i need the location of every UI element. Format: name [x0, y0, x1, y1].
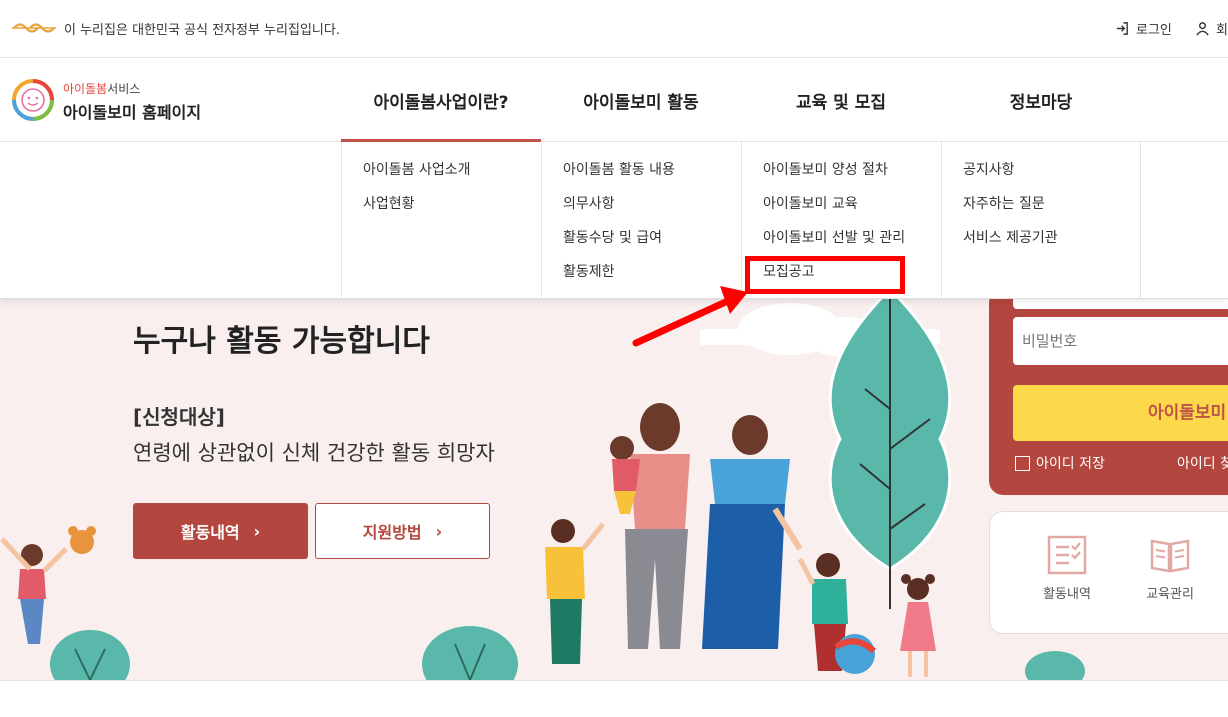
login-link[interactable]: 로그인	[1115, 19, 1172, 38]
login-button[interactable]: 아이돌보미 로그인	[1013, 385, 1228, 441]
gov-notice: 이 누리집은 대한민국 공식 전자정부 누리집입니다.	[64, 23, 340, 38]
checklist-icon	[1047, 535, 1087, 575]
login-label: 로그인	[1136, 23, 1172, 38]
save-id-label: 아이디 저장	[1036, 456, 1105, 472]
id-input[interactable]	[1013, 299, 1228, 309]
gnb-about[interactable]: 아이돌봄사업이란?	[341, 88, 541, 113]
menu-faq[interactable]: 자주하는 질문	[963, 194, 1141, 228]
chevron-right-icon: ›	[253, 521, 261, 541]
annotation-arrow-icon	[632, 286, 748, 347]
gov-logo-icon	[12, 23, 56, 33]
login-icon	[1116, 22, 1128, 35]
menu-business-intro[interactable]: 아이돌봄 사업소개	[363, 160, 541, 194]
gnb-activity[interactable]: 아이돌보미 활동	[541, 88, 741, 113]
quick-activity-label: 활동내역	[1043, 587, 1091, 602]
checkbox-icon[interactable]	[1015, 455, 1030, 471]
site-header: 아이돌봄서비스 아이돌보미 홈페이지 아이돌봄사업이란? 아이돌보미 활동 교육…	[0, 58, 1228, 142]
gnb-education-recruit[interactable]: 교육 및 모집	[741, 88, 941, 113]
activity-history-button[interactable]: 활동내역 ›	[133, 503, 308, 559]
mega-menu-col-info: 공지사항 자주하는 질문 서비스 제공기관	[941, 142, 1141, 299]
gnb-info[interactable]: 정보마당	[941, 88, 1141, 113]
mega-menu-col-about: 아이돌봄 사업소개 사업현황	[341, 142, 541, 299]
bottom-area	[0, 680, 1228, 717]
menu-activity-content[interactable]: 아이돌봄 활동 내용	[563, 160, 741, 194]
quick-education-management[interactable]: 교육관리	[1135, 535, 1205, 602]
menu-business-status[interactable]: 사업현황	[363, 194, 541, 228]
gov-banner: 이 누리집은 대한민국 공식 전자정부 누리집입니다. 로그인 회원가입	[0, 0, 1228, 58]
menu-training-procedure[interactable]: 아이돌보미 양성 절차	[763, 160, 941, 194]
hero-title: 누구나 활동 가능합니다	[133, 324, 430, 359]
menu-obligations[interactable]: 의무사항	[563, 194, 741, 228]
activity-history-label: 활동내역	[180, 523, 240, 542]
menu-notices[interactable]: 공지사항	[963, 160, 1141, 194]
logo-title[interactable]: 아이돌보미 홈페이지	[63, 99, 201, 123]
find-id-link[interactable]: 아이디 찾기	[1177, 453, 1228, 473]
quick-activity-history[interactable]: 활동내역	[1032, 535, 1102, 602]
save-id-checkbox[interactable]: 아이디 저장	[1015, 453, 1105, 473]
logo-subtitle: 아이돌봄서비스	[63, 82, 141, 96]
menu-education[interactable]: 아이돌보미 교육	[763, 194, 941, 228]
chevron-right-icon: ›	[435, 521, 443, 541]
join-link[interactable]: 회원가입	[1195, 19, 1228, 38]
quick-education-label: 교육관리	[1146, 587, 1194, 602]
menu-allowance-salary[interactable]: 활동수당 및 급여	[563, 228, 741, 262]
user-icon	[1196, 22, 1209, 36]
target-heading: [신청대상]	[133, 405, 225, 429]
mega-menu: 아이돌봄 사업소개 사업현황 아이돌봄 활동 내용 의무사항 활동수당 및 급여…	[0, 142, 1228, 299]
mega-menu-col-empty	[1140, 142, 1228, 299]
open-book-icon	[1150, 539, 1190, 573]
password-input[interactable]	[1013, 317, 1228, 365]
menu-service-providers[interactable]: 서비스 제공기관	[963, 228, 1141, 262]
hero-section: 누구나 활동 가능합니다 [신청대상] 연령에 상관없이 신체 건강한 활동 희…	[0, 299, 1228, 680]
how-to-apply-label: 지원방법	[362, 523, 422, 542]
smiley-logo-icon[interactable]	[12, 79, 54, 121]
target-description: 연령에 상관없이 신체 건강한 활동 희망자	[133, 441, 495, 465]
join-label: 회원가입	[1216, 23, 1228, 38]
how-to-apply-button[interactable]: 지원방법 ›	[315, 503, 490, 559]
